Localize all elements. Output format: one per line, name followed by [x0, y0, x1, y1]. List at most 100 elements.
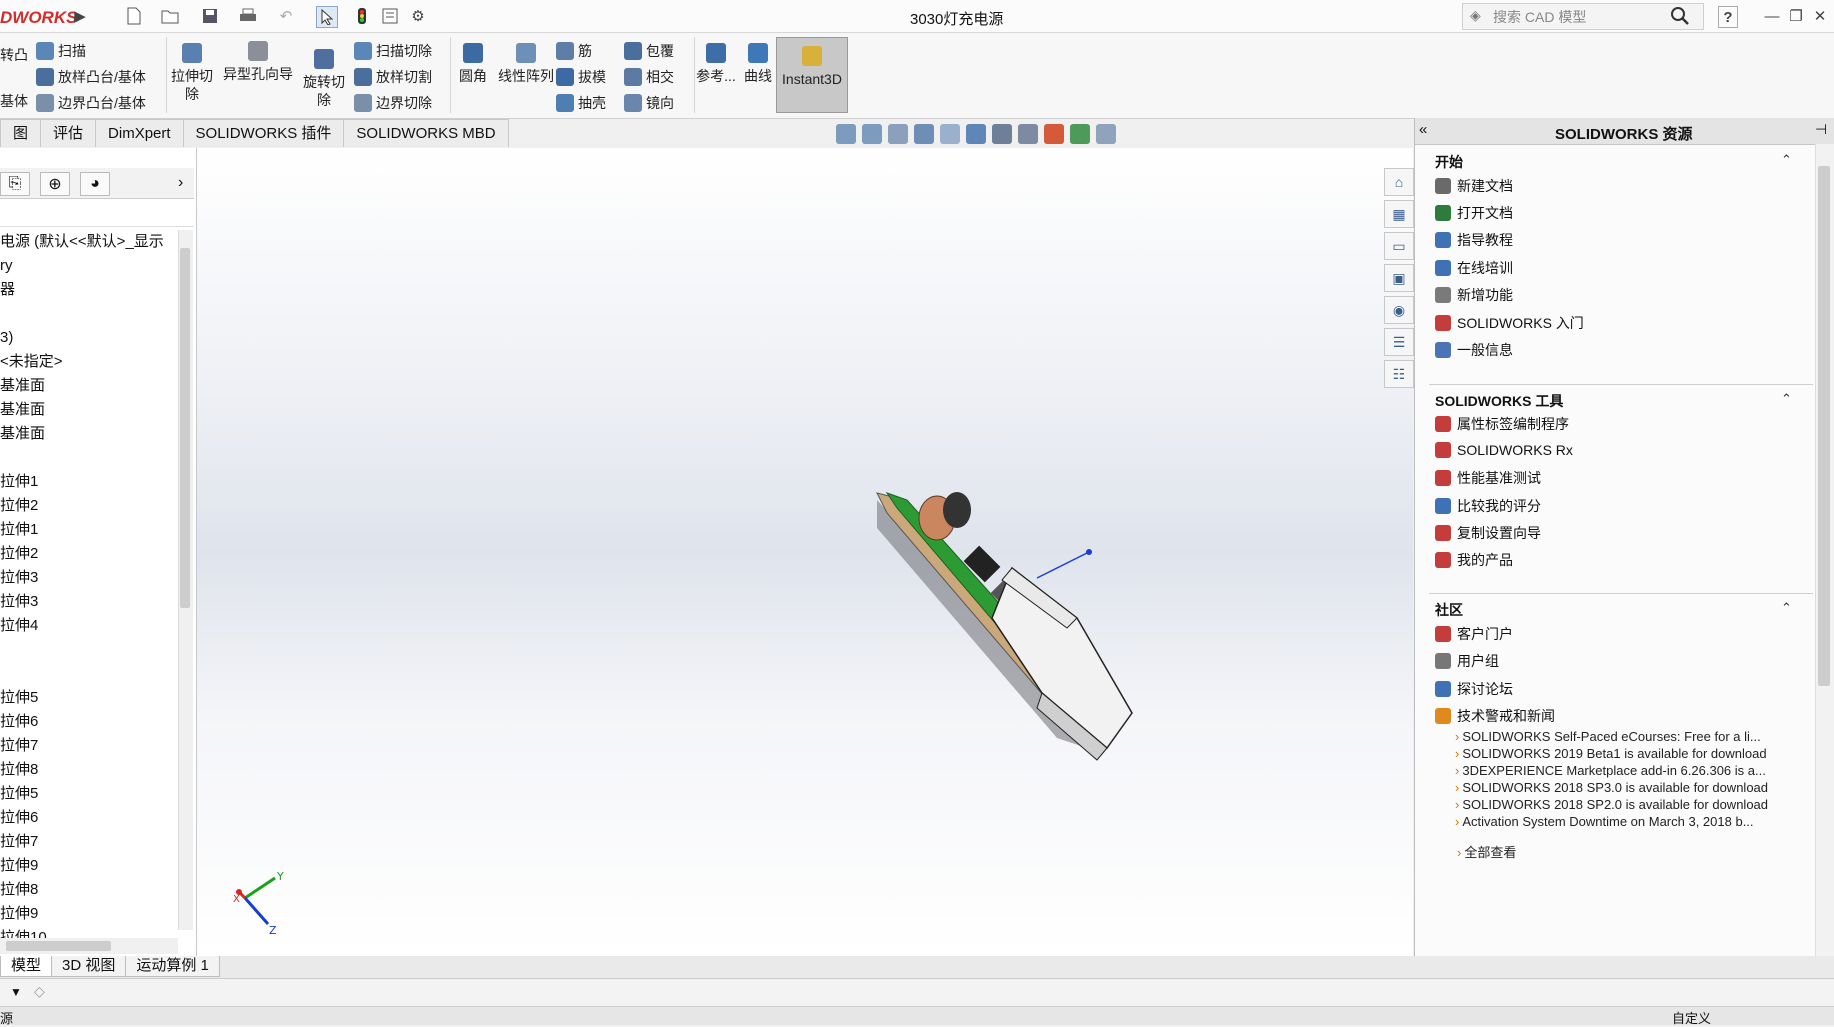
tree-node[interactable]: 基准面 — [0, 422, 178, 446]
pin-icon[interactable]: ⊣ — [1815, 121, 1827, 138]
open-document-link[interactable]: 打开文档 — [1435, 203, 1513, 223]
tree-node[interactable] — [0, 446, 178, 470]
display-manager-tab-icon[interactable]: ◕ — [80, 172, 110, 196]
graphics-area[interactable]: Y Z X — [197, 148, 1413, 956]
tree-node[interactable]: 基准面 — [0, 374, 178, 398]
open-folder-icon[interactable] — [160, 6, 180, 26]
news-item[interactable]: › SOLIDWORKS 2018 SP2.0 is available for … — [1455, 797, 1768, 812]
tech-alerts-news-link[interactable]: 技术警戒和新闻 — [1435, 706, 1555, 726]
tab-3d-views[interactable]: 3D 视图 — [51, 956, 127, 977]
view-all-link[interactable]: › 全部查看 — [1457, 842, 1516, 861]
tree-node[interactable]: 拉伸1 — [0, 518, 178, 542]
extrude-cut-button[interactable]: 拉伸切除 — [168, 43, 216, 103]
tree-node[interactable]: <未指定> — [0, 350, 178, 374]
forum-icon[interactable]: ☷ — [1384, 360, 1414, 388]
view-palette-icon[interactable]: ▣ — [1384, 264, 1414, 292]
linear-pattern-button[interactable]: 线性阵列 — [488, 43, 564, 85]
menu-arrow-icon[interactable]: ▶ — [70, 6, 90, 26]
sweep-cut-button[interactable]: 扫描切除 — [354, 41, 432, 61]
minimize-icon[interactable]: — — [1762, 6, 1782, 26]
tree-node[interactable]: 拉伸1 — [0, 470, 178, 494]
tools-section-heading[interactable]: SOLIDWORKS 工具 — [1435, 391, 1563, 411]
boundary-cut-button[interactable]: 边界切除 — [354, 93, 432, 113]
zoom-to-area-icon[interactable] — [862, 124, 882, 144]
appearances-icon[interactable]: ◉ — [1384, 296, 1414, 324]
search-box[interactable]: ◈ 搜索 CAD 模型 — [1462, 3, 1704, 30]
revolve-boss-partial[interactable]: 转凸 — [0, 45, 28, 65]
select-pointer-icon[interactable] — [316, 6, 338, 28]
previous-view-icon[interactable] — [888, 124, 908, 144]
tree-node[interactable]: 3) — [0, 326, 178, 350]
model-3d-view[interactable] — [197, 148, 1413, 956]
dimxpert-manager-tab-icon[interactable]: ⊕ — [40, 172, 70, 196]
hide-show-items-icon[interactable] — [1018, 124, 1038, 144]
hole-wizard-button[interactable]: 异型孔向导 — [220, 41, 296, 83]
tree-node[interactable]: 拉伸3 — [0, 590, 178, 614]
performance-benchmark-link[interactable]: 性能基准测试 — [1435, 468, 1541, 488]
tree-node[interactable]: 拉伸4 — [0, 614, 178, 638]
tree-scroll-thumb[interactable] — [180, 248, 190, 608]
tree-node[interactable]: 拉伸9 — [0, 902, 178, 926]
view-orientation-icon[interactable] — [966, 124, 986, 144]
custom-properties-icon[interactable]: ☰ — [1384, 328, 1414, 356]
compare-score-link[interactable]: 比较我的评分 — [1435, 496, 1541, 516]
tree-node[interactable] — [0, 662, 178, 686]
home-icon[interactable]: ⌂ — [1384, 168, 1414, 196]
curves-button[interactable]: 曲线 — [738, 43, 778, 85]
tree-node[interactable]: 拉伸2 — [0, 542, 178, 566]
tree-node[interactable] — [0, 302, 178, 326]
help-button[interactable]: ? — [1718, 6, 1738, 28]
display-style-icon[interactable] — [992, 124, 1012, 144]
copy-settings-link[interactable]: 复制设置向导 — [1435, 523, 1541, 543]
dynamic-annotation-icon[interactable] — [940, 124, 960, 144]
discussion-forum-link[interactable]: 探讨论坛 — [1435, 679, 1513, 699]
tree-hscroll-thumb[interactable] — [6, 941, 111, 951]
search-icon[interactable] — [1670, 6, 1690, 26]
reference-geometry-button[interactable]: 参考... — [690, 43, 742, 85]
news-item[interactable]: › Activation System Downtime on March 3, … — [1455, 814, 1754, 829]
shell-button[interactable]: 抽壳 — [556, 93, 606, 113]
tree-node[interactable]: 拉伸7 — [0, 734, 178, 758]
tree-node[interactable]: 电源 (默认<<默认>_显示 — [0, 230, 178, 254]
tree-node[interactable]: 拉伸3 — [0, 566, 178, 590]
tree-node[interactable]: ry — [0, 254, 178, 278]
new-doc-icon[interactable] — [124, 6, 144, 26]
news-item[interactable]: › SOLIDWORKS 2019 Beta1 is available for … — [1455, 746, 1767, 761]
tree-filter-input[interactable] — [0, 200, 194, 227]
general-info-link[interactable]: 一般信息 — [1435, 340, 1513, 360]
chevron-right-icon[interactable]: › — [178, 174, 183, 192]
news-item[interactable]: › 3DEXPERIENCE Marketplace add-in 6.26.30… — [1455, 763, 1766, 778]
tab-dimxpert[interactable]: DimXpert — [95, 119, 184, 147]
tree-node[interactable]: 拉伸9 — [0, 854, 178, 878]
section-view-icon[interactable] — [914, 124, 934, 144]
tree-node[interactable]: 拉伸8 — [0, 878, 178, 902]
rib-button[interactable]: 筋 — [556, 41, 592, 61]
design-library-icon[interactable]: ▦ — [1384, 200, 1414, 228]
tree-node[interactable]: 拉伸5 — [0, 782, 178, 806]
user-groups-link[interactable]: 用户组 — [1435, 651, 1499, 671]
solidworks-rx-link[interactable]: SOLIDWORKS Rx — [1435, 442, 1573, 458]
options-gear-icon[interactable]: ⚙ — [408, 6, 428, 26]
save-icon[interactable] — [200, 6, 220, 26]
units-selector[interactable]: 自定义 — [1672, 1008, 1711, 1027]
customer-portal-link[interactable]: 客户门户 — [1435, 624, 1513, 644]
dropdown-arrow-icon[interactable]: ▼ — [10, 985, 22, 999]
tab-mbd[interactable]: SOLIDWORKS MBD — [343, 119, 509, 147]
view-settings-icon[interactable] — [1096, 124, 1116, 144]
community-section-heading[interactable]: 社区 — [1435, 600, 1463, 620]
boss-base-partial[interactable]: 基体 — [0, 91, 28, 111]
news-item[interactable]: › SOLIDWORKS Self-Paced eCourses: Free fo… — [1455, 729, 1761, 744]
edit-appearance-icon[interactable] — [1044, 124, 1064, 144]
revolve-cut-button[interactable]: 旋转切除 — [300, 49, 348, 109]
tree-node[interactable]: 拉伸5 — [0, 686, 178, 710]
tab-addins[interactable]: SOLIDWORKS 插件 — [182, 119, 345, 147]
my-products-link[interactable]: 我的产品 — [1435, 550, 1513, 570]
tree-node[interactable]: 拉伸7 — [0, 830, 178, 854]
tab-model[interactable]: 模型 — [0, 956, 53, 977]
news-item[interactable]: › SOLIDWORKS 2018 SP3.0 is available for … — [1455, 780, 1768, 795]
collapse-chevron-icon[interactable]: ⌃ — [1781, 152, 1792, 168]
wrap-button[interactable]: 包覆 — [624, 41, 674, 61]
sweep-button[interactable]: 扫描 — [36, 41, 86, 61]
apply-scene-icon[interactable] — [1070, 124, 1090, 144]
close-icon[interactable]: ✕ — [1810, 6, 1830, 26]
